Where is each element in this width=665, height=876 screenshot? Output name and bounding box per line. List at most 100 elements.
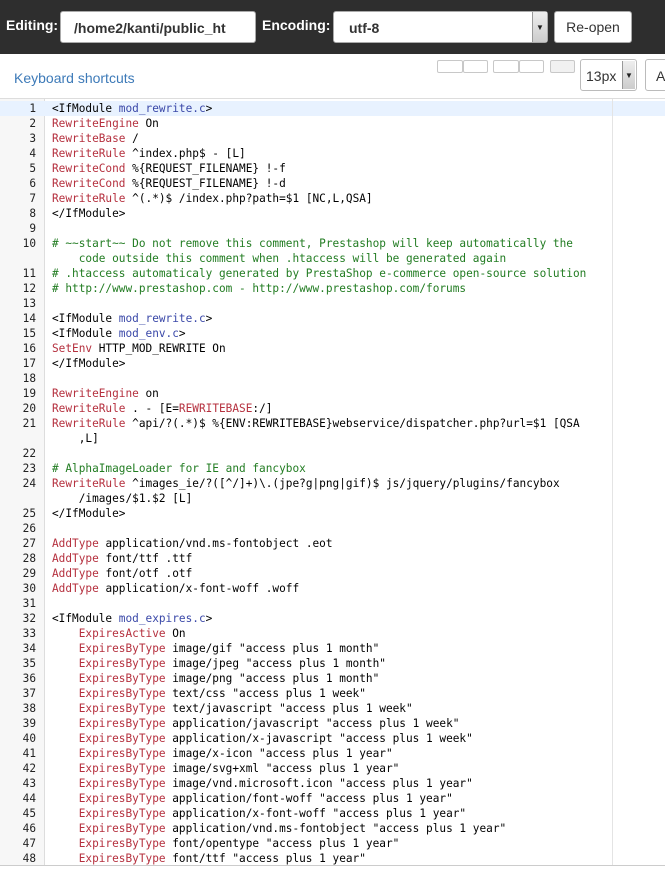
encoding-select[interactable]: utf-8 ▼ xyxy=(333,11,548,43)
code-token: # ~~start~~ Do not remove this comment, … xyxy=(52,237,573,250)
line-number: 35 xyxy=(22,657,36,670)
code-line: 21 RewriteRule ^api/?(.*)$ %{ENV:REWRITEB… xyxy=(0,416,665,431)
line-number: 2 xyxy=(29,117,36,130)
code-token: <IfModule xyxy=(52,312,119,325)
toolbar-button-4[interactable] xyxy=(519,60,544,73)
toolbar-cut-button[interactable]: A xyxy=(645,59,665,91)
code-text: # .htaccess automaticaly generated by Pr… xyxy=(52,266,586,281)
chevron-down-icon[interactable]: ▼ xyxy=(532,12,547,42)
code-token: ExpiresByType xyxy=(78,687,166,700)
encoding-value: utf-8 xyxy=(349,20,380,36)
code-token: ExpiresByType xyxy=(78,672,166,685)
toolbar-button-5[interactable] xyxy=(550,60,575,73)
keyboard-shortcuts-link[interactable]: Keyboard shortcuts xyxy=(14,70,135,86)
code-text: code outside this comment when .htaccess… xyxy=(52,251,506,266)
encoding-label: Encoding: xyxy=(262,17,331,33)
code-token: AddType xyxy=(52,552,99,565)
code-line: 3 RewriteBase / xyxy=(0,131,665,146)
code-line: 8 </IfModule> xyxy=(0,206,665,221)
code-line: 29 AddType font/otf .otf xyxy=(0,566,665,581)
line-number: 7 xyxy=(29,192,36,205)
font-size-select[interactable]: 13px ▼ xyxy=(580,59,637,91)
toolbar-button-2[interactable] xyxy=(463,60,488,73)
code-token: application/x-font-woff "access plus 1 y… xyxy=(165,807,467,820)
code-token: image/jpeg "access plus 1 month" xyxy=(165,657,386,670)
code-token: font/otf .otf xyxy=(98,567,193,580)
code-token: /images/$1.$2 [L] xyxy=(52,492,193,505)
line-number: 29 xyxy=(22,567,36,580)
code-token: image/png "access plus 1 month" xyxy=(165,672,380,685)
code-text: ExpiresByType font/ttf "access plus 1 ye… xyxy=(52,851,366,866)
code-line: 19 RewriteEngine on xyxy=(0,386,665,401)
code-text: RewriteCond %{REQUEST_FILENAME} !-d xyxy=(52,176,286,191)
code-token: ExpiresActive xyxy=(78,627,166,640)
line-number: 10 xyxy=(22,237,36,250)
chevron-down-icon[interactable]: ▼ xyxy=(622,61,635,89)
code-text: ExpiresByType application/font-woff "acc… xyxy=(52,791,453,806)
file-path-input[interactable]: /home2/kanti/public_ht xyxy=(60,11,256,43)
code-line: 39 ExpiresByType application/javascript … xyxy=(0,716,665,731)
code-token: :/] xyxy=(252,402,273,415)
code-token: AddType xyxy=(52,582,99,595)
code-text: ExpiresByType image/x-icon "access plus … xyxy=(52,746,393,761)
code-line: 27 AddType application/vnd.ms-fontobject … xyxy=(0,536,665,551)
code-token: application/x-javascript "access plus 1 … xyxy=(165,732,473,745)
top-bar: Editing: /home2/kanti/public_ht Encoding… xyxy=(0,0,665,54)
code-text: RewriteEngine on xyxy=(52,386,159,401)
code-text: <IfModule mod_expires.c> xyxy=(52,611,212,626)
code-line: 13 xyxy=(0,296,665,311)
code-line: 43 ExpiresByType image/vnd.microsoft.ico… xyxy=(0,776,665,791)
code-text: ExpiresByType application/x-font-woff "a… xyxy=(52,806,466,821)
code-line: 46 ExpiresByType application/vnd.ms-font… xyxy=(0,821,665,836)
code-token: # http://www.prestashop.com - http://www… xyxy=(52,282,467,295)
code-token: RewriteRule xyxy=(52,417,126,430)
code-token: ExpiresByType xyxy=(78,717,166,730)
code-line: 32 <IfModule mod_expires.c> xyxy=(0,611,665,626)
code-line: 7 RewriteRule ^(.*)$ /index.php?path=$1 [… xyxy=(0,191,665,206)
code-text: ExpiresByType application/x-javascript "… xyxy=(52,731,473,746)
code-token: RewriteBase xyxy=(52,132,126,145)
code-text: RewriteEngine On xyxy=(52,116,159,131)
code-token: ExpiresByType xyxy=(78,852,166,865)
code-line: 4 RewriteRule ^index.php$ - [L] xyxy=(0,146,665,161)
code-token: font/opentype "access plus 1 year" xyxy=(165,837,400,850)
code-token: RewriteRule xyxy=(52,402,126,415)
code-token: ^api/?(.*)$ %{ENV:REWRITEBASE}webservice… xyxy=(125,417,580,430)
code-line: 22 xyxy=(0,446,665,461)
code-text: ExpiresByType image/jpeg "access plus 1 … xyxy=(52,656,386,671)
code-line: 20 RewriteRule . - [E=REWRITEBASE:/] xyxy=(0,401,665,416)
line-number: 44 xyxy=(22,792,36,805)
line-number: 31 xyxy=(22,597,36,610)
line-number: 30 xyxy=(22,582,36,595)
code-token: ExpiresByType xyxy=(78,822,166,835)
reopen-button[interactable]: Re-open xyxy=(554,11,632,43)
line-number: 5 xyxy=(29,162,36,175)
toolbar-button-3[interactable] xyxy=(493,60,519,73)
code-line: 41 ExpiresByType image/x-icon "access pl… xyxy=(0,746,665,761)
code-token: # AlphaImageLoader for IE and fancybox xyxy=(52,462,306,475)
code-text: <IfModule mod_rewrite.c> xyxy=(52,311,212,326)
line-number: 23 xyxy=(22,462,36,475)
code-token: application/vnd.ms-fontobject "access pl… xyxy=(165,822,507,835)
code-token: </IfModule> xyxy=(52,357,126,370)
code-line: 33 ExpiresActive On xyxy=(0,626,665,641)
line-number: 9 xyxy=(29,222,36,235)
line-number: 36 xyxy=(22,672,36,685)
code-text: AddType application/x-font-woff .woff xyxy=(52,581,299,596)
line-number: 27 xyxy=(22,537,36,550)
code-text: <IfModule mod_env.c> xyxy=(52,326,186,341)
code-text: RewriteRule . - [E=REWRITEBASE:/] xyxy=(52,401,272,416)
code-line: 17 </IfModule> xyxy=(0,356,665,371)
line-number: 4 xyxy=(29,147,36,160)
bottom-scrollbar[interactable] xyxy=(0,865,665,876)
code-text: </IfModule> xyxy=(52,206,125,221)
code-editor[interactable]: 1 <IfModule mod_rewrite.c> 2 RewriteEngine … xyxy=(0,98,665,866)
toolbar-button-1[interactable] xyxy=(437,60,463,73)
code-line: 5 RewriteCond %{REQUEST_FILENAME} !-f xyxy=(0,161,665,176)
